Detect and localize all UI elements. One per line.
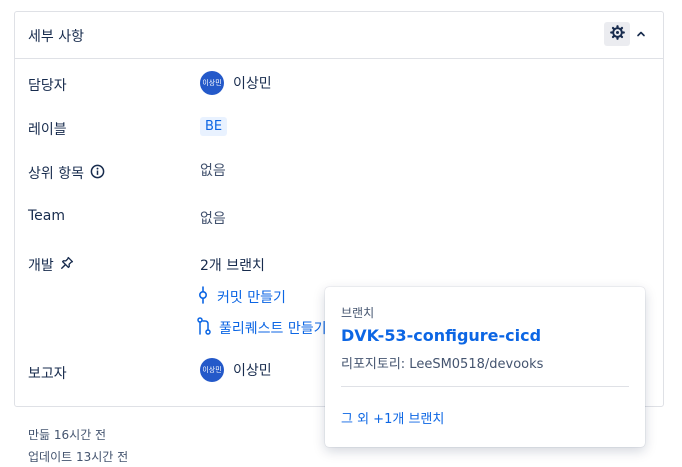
labels-label: 레이블 (28, 119, 67, 139)
panel-title: 세부 사항 (28, 29, 84, 45)
popup-divider (341, 386, 629, 387)
info-icon[interactable] (90, 164, 105, 183)
gear-icon (609, 24, 625, 44)
updated-timestamp: 업데이트 13시간 전 (28, 450, 129, 464)
reporter-label: 보고자 (28, 363, 67, 383)
create-commit-label: 커밋 만들기 (217, 290, 286, 306)
team-label-text: Team (28, 208, 66, 224)
branch-popup: 브랜치 DVK-53-configure-cicd 리포지토리: LeeSM05… (325, 287, 645, 447)
settings-button[interactable] (604, 22, 630, 46)
assignee-value[interactable]: 이상민 이상민 (200, 71, 272, 95)
labels-label-text: 레이블 (28, 122, 67, 138)
development-label: 개발 (28, 255, 74, 275)
created-timestamp: 만듦 16시간 전 (28, 428, 107, 442)
collapse-button[interactable] (632, 25, 650, 43)
label-badge[interactable]: BE (200, 117, 228, 136)
labels-value[interactable]: BE (200, 117, 228, 136)
development-label-text: 개발 (28, 258, 54, 274)
pin-icon[interactable] (60, 256, 74, 274)
branches-summary[interactable]: 2개 브랜치 (200, 255, 265, 275)
assignee-label: 담당자 (28, 75, 67, 95)
parent-value[interactable]: 없음 (200, 160, 226, 180)
parent-label: 상위 항목 (28, 163, 105, 183)
assignee-name: 이상민 (233, 76, 272, 92)
pull-request-icon (197, 317, 211, 339)
popup-branch-label: 브랜치 (341, 306, 375, 320)
commit-icon (197, 286, 209, 308)
assignee-label-text: 담당자 (28, 78, 67, 94)
team-value[interactable]: 없음 (200, 208, 226, 228)
avatar: 이상민 (200, 358, 224, 382)
panel-header[interactable]: 세부 사항 (15, 12, 663, 59)
parent-label-text: 상위 항목 (28, 166, 84, 182)
reporter-name: 이상민 (233, 363, 272, 379)
popup-repository: 리포지토리: LeeSM0518/devooks (341, 357, 544, 372)
chevron-up-icon (635, 25, 647, 44)
reporter-label-text: 보고자 (28, 366, 67, 382)
team-label: Team (28, 208, 65, 224)
popup-branch-name[interactable]: DVK-53-configure-cicd (341, 326, 541, 345)
avatar: 이상민 (200, 71, 224, 95)
reporter-value[interactable]: 이상민 이상민 (200, 358, 272, 382)
create-pull-request-link[interactable]: 풀리퀘스트 만들기 (197, 317, 327, 339)
create-pull-request-label: 풀리퀘스트 만들기 (219, 321, 327, 337)
create-commit-link[interactable]: 커밋 만들기 (197, 286, 286, 308)
popup-more-branches-link[interactable]: 그 외 +1개 브랜치 (341, 408, 444, 427)
